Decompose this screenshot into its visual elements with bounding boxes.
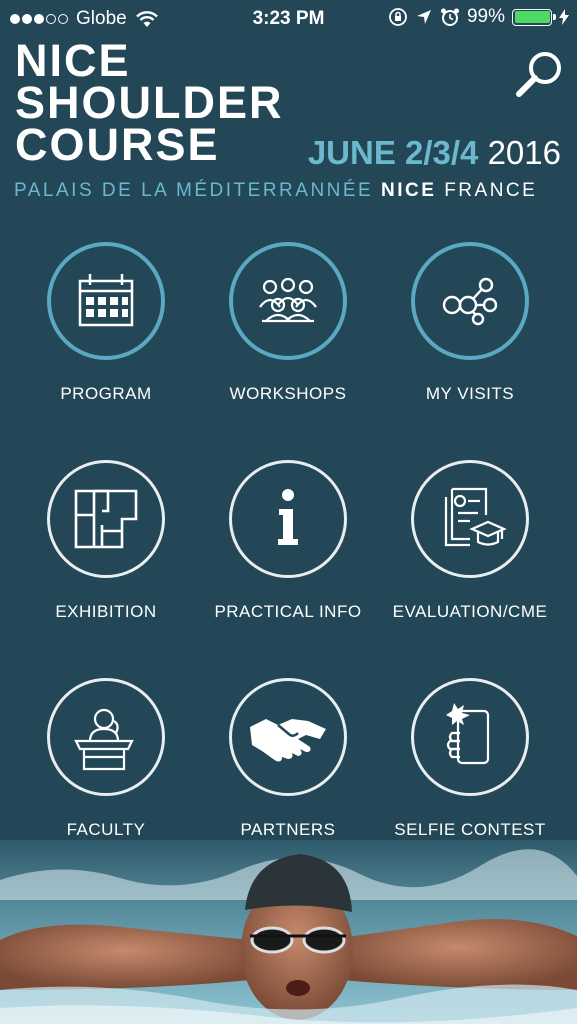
venue-name: PALAIS DE LA MÉDITERRANNÉE [14,180,374,201]
calendar-icon [78,274,134,327]
menu-label: FACULTY [66,820,146,839]
menu-practical-info[interactable]: PRACTICAL INFO [193,460,383,622]
menu-faculty[interactable]: FACULTY [11,678,201,840]
event-year: 2016 [487,134,561,171]
menu-label: EXHIBITION [55,602,157,621]
menu-label: WORKSHOPS [229,384,347,403]
battery-percent: 99% [466,6,505,27]
menu-icon-ring[interactable] [411,242,529,360]
menu-label: EVALUATION/CME [392,602,548,621]
menu-exhibition[interactable]: EXHIBITION [11,460,201,622]
menu-selfie-contest[interactable]: SELFIE CONTEST [375,678,565,840]
selfie-phone-icon [446,703,490,765]
menu-icon-ring[interactable] [229,678,347,796]
menu-evaluation-cme[interactable]: EVALUATION/CME [375,460,565,622]
menu-icon-ring[interactable] [47,460,165,578]
menu-icon-ring[interactable] [411,460,529,578]
info-icon [278,489,298,545]
event-days: JUNE 2/3/4 [307,134,479,171]
menu-label: MY VISITS [425,384,515,403]
certificate-icon [444,487,507,547]
speaker-podium-icon [74,708,134,771]
handshake-icon [250,719,326,762]
battery-icon [512,8,556,26]
venue-city: NICE [381,180,437,201]
menu-my-visits[interactable]: MY VISITS [375,242,565,404]
menu-label: PRACTICAL INFO [214,602,362,621]
swimmer-photo [0,840,577,1024]
audience-icon [259,277,317,323]
title-line: SHOULDER [15,77,284,128]
rotation-lock-icon [389,8,407,26]
menu-label: PROGRAM [60,384,152,403]
menu-program[interactable]: PROGRAM [11,242,201,404]
menu-icon-ring[interactable] [229,460,347,578]
title-line: COURSE [15,119,220,170]
floorplan-icon [74,489,138,549]
menu-label: PARTNERS [240,820,336,839]
status-right: 99% [388,6,569,28]
event-dates: JUNE 2/3/4 2016 [308,134,561,172]
search-icon[interactable] [514,48,566,100]
title-line: NICE [15,35,131,86]
event-venue: PALAIS DE LA MÉDITERRANNÉE NICE FRANCE [14,180,537,202]
app-title: NICE SHOULDER COURSE [15,35,284,170]
venue-country: FRANCE [444,180,538,201]
alarm-icon [440,8,459,26]
menu-icon-ring[interactable] [229,242,347,360]
menu-partners[interactable]: PARTNERS [193,678,383,840]
charging-bolt-icon [559,9,569,25]
menu-icon-ring[interactable] [411,678,529,796]
status-bar: Globe 3:23 PM 99% [0,0,577,38]
menu-workshops[interactable]: WORKSHOPS [193,242,383,404]
menu-icon-ring[interactable] [47,678,165,796]
location-arrow-icon [416,10,431,24]
menu-icon-ring[interactable] [47,242,165,360]
network-icon [442,277,498,326]
menu-label: SELFIE CONTEST [394,820,546,839]
